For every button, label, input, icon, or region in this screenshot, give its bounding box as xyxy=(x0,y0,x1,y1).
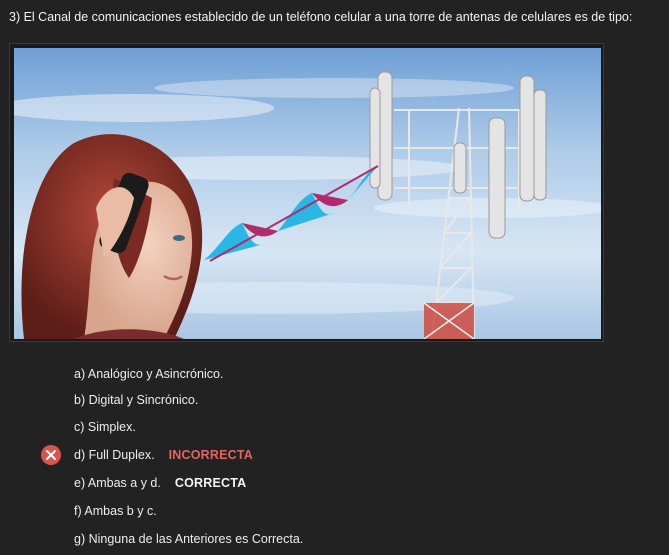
option-e-label: e) Ambas a y d. xyxy=(74,476,161,490)
question-image xyxy=(9,43,604,342)
correct-verdict: CORRECTA xyxy=(174,476,247,490)
option-b[interactable]: b) Digital y Sincrónico. xyxy=(74,390,198,410)
incorrect-verdict: INCORRECTA xyxy=(168,448,253,462)
question-text: 3) El Canal de comunicaciones establecid… xyxy=(9,10,633,24)
option-d-label: d) Full Duplex. xyxy=(74,448,155,462)
phone-to-cell-tower-illustration xyxy=(14,48,601,339)
option-e[interactable]: e) Ambas a y d. CORRECTA xyxy=(74,473,246,493)
incorrect-x-icon xyxy=(41,445,61,465)
option-a[interactable]: a) Analógico y Asincrónico. xyxy=(74,364,223,384)
option-f[interactable]: f) Ambas b y c. xyxy=(74,501,157,521)
option-c[interactable]: c) Simplex. xyxy=(74,417,136,437)
option-d[interactable]: d) Full Duplex. INCORRECTA xyxy=(74,445,253,465)
option-g[interactable]: g) Ninguna de las Anteriores es Correcta… xyxy=(74,529,303,549)
